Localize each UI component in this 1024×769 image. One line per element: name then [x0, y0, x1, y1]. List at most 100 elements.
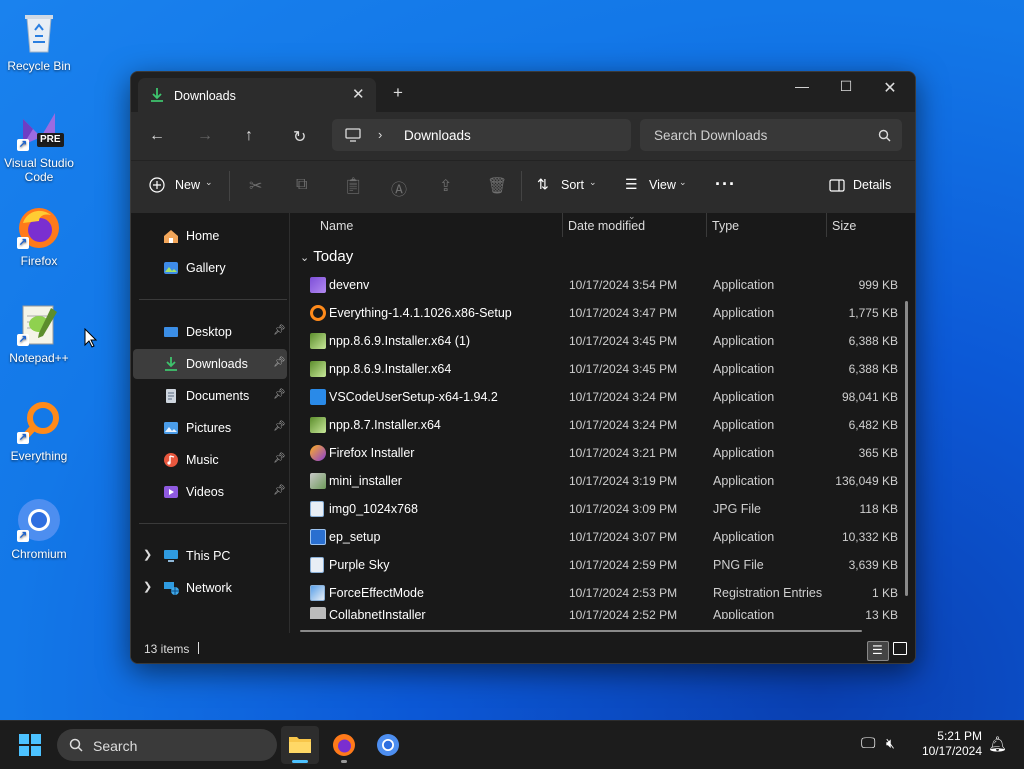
chevron-right-icon[interactable]: ❯ [143, 580, 152, 593]
network-status-icon[interactable]: 🖵︎ [861, 735, 875, 752]
details-pane-button[interactable]: Details [829, 175, 899, 199]
nav-item-music[interactable]: Music 📌︎ [133, 445, 287, 475]
copy-icon[interactable]: ⧉ [296, 176, 307, 194]
taskbar-clock[interactable]: 5:21 PM 10/17/2024 [910, 729, 982, 759]
pin-icon[interactable]: 📌︎ [273, 325, 286, 336]
taskbar-app-file-explorer[interactable] [281, 726, 319, 764]
installer-icon [310, 361, 326, 377]
delete-icon[interactable]: 🗑︎ [487, 176, 507, 196]
desktop-icon-recycle-bin[interactable]: Recycle Bin [2, 8, 76, 73]
tab-downloads[interactable]: Downloads ✕ [138, 78, 376, 112]
search-box[interactable]: Search Downloads [640, 119, 902, 151]
paste-icon[interactable]: 📋︎ [343, 176, 363, 196]
file-row[interactable]: npp.8.6.9.Installer.x64 (1) 10/17/2024 3… [298, 327, 906, 355]
everything-search-icon [310, 305, 326, 321]
everything-search-icon: ↗ [15, 398, 63, 446]
file-type: Application [713, 418, 775, 432]
desktop-icon-label: Everything [10, 449, 68, 463]
close-window-button[interactable]: ✕ [867, 78, 913, 98]
music-folder-icon [164, 453, 178, 467]
nav-label: This PC [186, 549, 231, 563]
pre-badge: PRE [37, 133, 64, 147]
maximize-button[interactable]: ☐ [823, 78, 869, 95]
view-button[interactable]: ☰ View ⌄ [625, 175, 693, 199]
pin-icon[interactable]: 📌︎ [273, 485, 286, 496]
new-tab-button[interactable]: + [393, 83, 403, 103]
group-header-today[interactable]: ⌄ Today [300, 248, 353, 265]
cut-icon[interactable]: ✂ [249, 176, 262, 196]
tiles-view-button[interactable] [891, 641, 909, 659]
file-type: PNG File [713, 558, 764, 572]
details-view-button[interactable]: ☰ [867, 641, 889, 661]
taskbar-search[interactable]: Search [57, 729, 277, 761]
rename-icon[interactable]: Ⓐ [391, 176, 407, 200]
refresh-button[interactable]: ↻ [293, 127, 306, 147]
nav-item-videos[interactable]: Videos 📌︎ [133, 477, 287, 507]
file-row[interactable]: Firefox Installer 10/17/2024 3:21 PM App… [298, 439, 906, 467]
file-row[interactable]: CollabnetInstaller 10/17/2024 2:52 PM Ap… [298, 607, 906, 619]
close-tab-icon[interactable]: ✕ [352, 85, 365, 103]
file-row[interactable]: npp.8.6.9.Installer.x64 10/17/2024 3:45 … [298, 355, 906, 383]
forward-button[interactable]: → [197, 127, 213, 145]
pin-icon[interactable]: 📌︎ [273, 453, 286, 464]
nav-item-desktop[interactable]: Desktop 📌︎ [133, 317, 287, 347]
desktop-icon-label: Recycle Bin [7, 59, 71, 73]
column-header-type[interactable]: Type [712, 219, 739, 233]
file-size: 136,049 KB [835, 474, 898, 488]
file-row[interactable]: ForceEffectMode 10/17/2024 2:53 PM Regis… [298, 579, 906, 607]
start-button[interactable] [18, 733, 44, 759]
taskbar-app-chromium[interactable] [369, 726, 407, 764]
nav-item-downloads[interactable]: Downloads 📌︎ [133, 349, 287, 379]
monitor-icon [345, 128, 361, 142]
nav-item-home[interactable]: Home [133, 221, 287, 251]
nav-item-documents[interactable]: Documents 📌︎ [133, 381, 287, 411]
address-field[interactable]: › Downloads [332, 119, 631, 151]
file-name: npp.8.6.9.Installer.x64 (1) [329, 334, 471, 348]
pin-icon[interactable]: 📌︎ [273, 421, 286, 432]
desktop-icon-everything[interactable]: ↗ Everything [2, 398, 76, 463]
nav-item-gallery[interactable]: Gallery [133, 253, 287, 283]
plus-circle-icon [149, 177, 165, 193]
divider [139, 523, 287, 524]
file-date: 10/17/2024 3:24 PM [569, 418, 678, 432]
more-options-icon[interactable]: ··· [715, 174, 736, 195]
file-row[interactable]: ep_setup 10/17/2024 3:07 PM Application … [298, 523, 906, 551]
new-button[interactable]: New ⌄ [149, 175, 217, 199]
column-header-name[interactable]: Name [320, 219, 353, 233]
desktop-icon-visual-studio-code[interactable]: PRE ↗ Visual Studio Code [2, 105, 76, 184]
volume-muted-icon[interactable]: 🔇︎ [886, 735, 895, 752]
up-button[interactable]: ↑ [245, 127, 253, 145]
notification-bell-icon[interactable]: 🔔︎ [988, 735, 1007, 753]
file-row[interactable]: Purple Sky 10/17/2024 2:59 PM PNG File 3… [298, 551, 906, 579]
sort-button[interactable]: ⇅ Sort ⌄ [537, 175, 603, 199]
address-bar-row: ← → ↑ ↻ › Downloads Search Downloads [131, 112, 915, 160]
minimize-button[interactable]: — [779, 78, 825, 94]
pin-icon[interactable]: 📌︎ [273, 389, 286, 400]
column-header-date-modified[interactable]: Date modified [568, 219, 645, 233]
nav-item-this-pc[interactable]: ❯ This PC [133, 541, 287, 571]
share-icon[interactable]: ⇪ [439, 176, 452, 196]
file-row[interactable]: img0_1024x768 10/17/2024 3:09 PM JPG Fil… [298, 495, 906, 523]
file-row[interactable]: npp.8.7.Installer.x64 10/17/2024 3:24 PM… [298, 411, 906, 439]
search-icon [878, 129, 891, 142]
column-header-size[interactable]: Size [832, 219, 856, 233]
nav-item-pictures[interactable]: Pictures 📌︎ [133, 413, 287, 443]
horizontal-scrollbar[interactable] [300, 630, 862, 632]
vertical-scrollbar[interactable] [905, 301, 908, 596]
file-name: npp.8.6.9.Installer.x64 [329, 362, 452, 376]
pin-icon[interactable]: 📌︎ [273, 357, 286, 368]
back-button[interactable]: ← [149, 127, 165, 145]
file-row[interactable]: mini_installer 10/17/2024 3:19 PM Applic… [298, 467, 906, 495]
nav-item-network[interactable]: ❯ Network [133, 573, 287, 603]
chevron-right-icon[interactable]: ❯ [143, 548, 152, 561]
file-row[interactable]: Everything-1.4.1.1026.x86-Setup 10/17/20… [298, 299, 906, 327]
desktop-icon-firefox[interactable]: ↗ Firefox [2, 203, 76, 268]
taskbar-app-firefox[interactable] [325, 726, 363, 764]
file-row[interactable]: VSCodeUserSetup-x64-1.94.2 10/17/2024 3:… [298, 383, 906, 411]
file-type: JPG File [713, 502, 761, 516]
desktop-icon-chromium[interactable]: ↗ Chromium [2, 496, 76, 561]
file-date: 10/17/2024 3:09 PM [569, 502, 678, 516]
file-row[interactable]: devenv 10/17/2024 3:54 PM Application 99… [298, 271, 906, 299]
file-type: Application [713, 446, 775, 460]
desktop-icon-notepad-plus-plus[interactable]: ↗ Notepad++ [2, 300, 76, 365]
